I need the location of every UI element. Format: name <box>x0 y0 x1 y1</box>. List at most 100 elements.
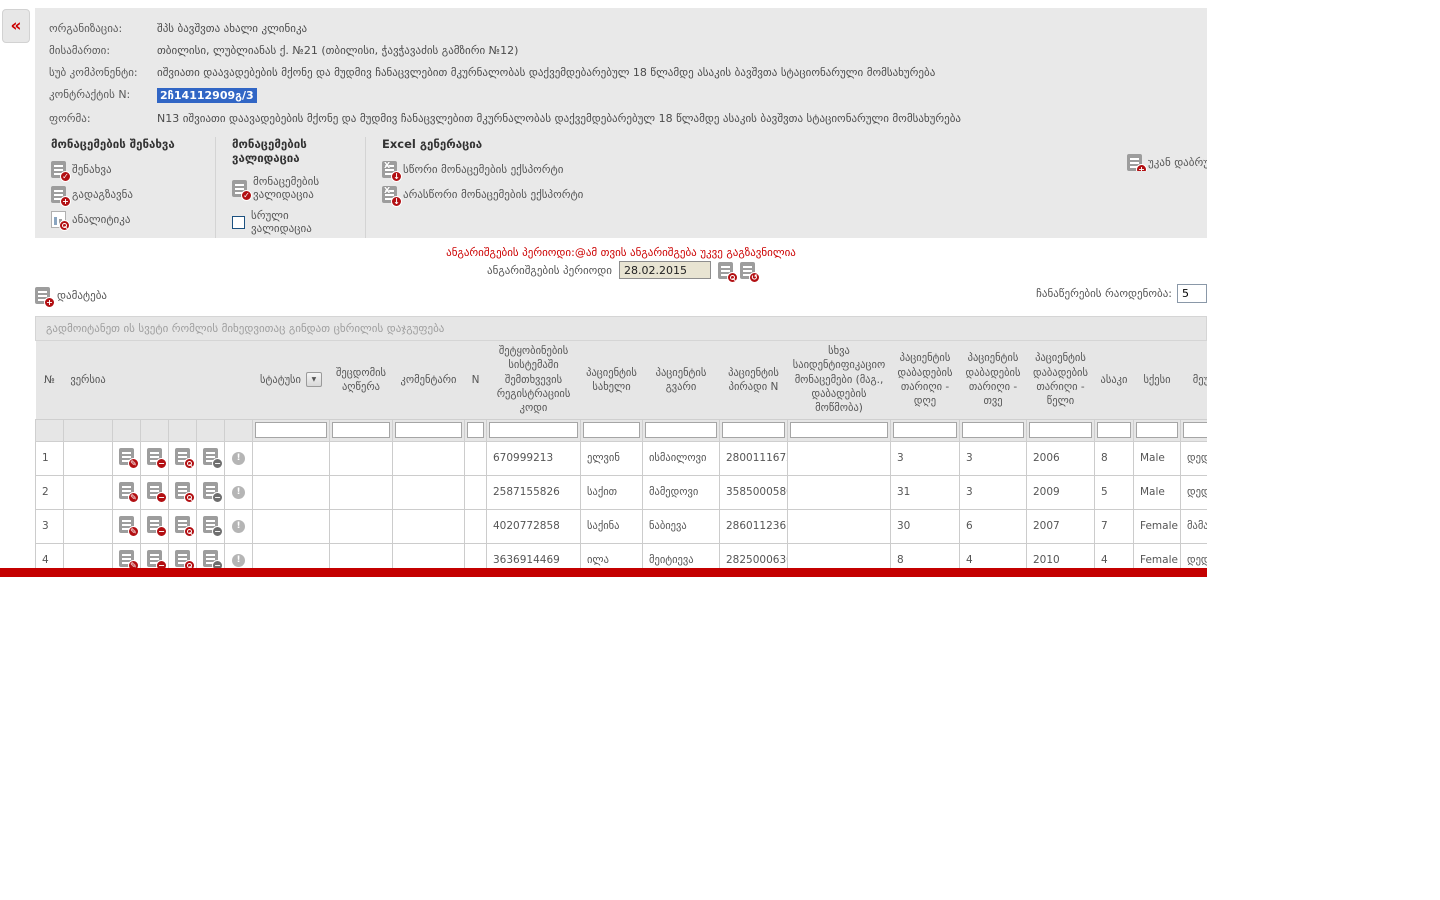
sex-cell: Female <box>1134 509 1181 543</box>
filter-reg-code-input[interactable] <box>489 422 578 438</box>
col-sex[interactable]: სქესი <box>1134 341 1181 419</box>
filter-n-input[interactable] <box>467 422 484 438</box>
col-error[interactable]: შეცდომის აღწერა <box>330 341 393 419</box>
archive-record-button[interactable]: − <box>197 509 225 543</box>
other-id-cell <box>788 509 891 543</box>
archive-record-button[interactable]: − <box>197 441 225 475</box>
last-name-cell: მეიტიევა <box>643 543 720 568</box>
back-button[interactable]: + უკან დაბრუნება <box>1127 154 1207 171</box>
filter-comment-input[interactable] <box>395 422 462 438</box>
filter-status-input[interactable] <box>255 422 327 438</box>
col-status-label: სტატუსი <box>260 373 301 387</box>
period-date-input[interactable] <box>619 261 711 279</box>
edit-record-button[interactable]: ✎ <box>113 441 141 475</box>
validate-button[interactable]: ✓ მონაცემების ვალიდაცია <box>232 175 351 201</box>
filter-guardian-input[interactable] <box>1183 422 1207 438</box>
export-invalid-button[interactable]: ↓ არასწორი მონაცემების ექსპორტი <box>382 186 583 203</box>
filter-birth-year-input[interactable] <box>1029 422 1092 438</box>
edit-record-button[interactable]: ✎ <box>113 543 141 568</box>
birth-day-cell: 31 <box>891 475 960 509</box>
contract-number-value[interactable]: 2ჩ14112909გ/3 <box>157 88 257 103</box>
filter-first-name-input[interactable] <box>583 422 640 438</box>
delete-record-button[interactable]: − <box>141 475 169 509</box>
status-cell <box>253 543 330 568</box>
filter-error-input[interactable] <box>332 422 390 438</box>
delete-record-button[interactable]: − <box>141 543 169 568</box>
save-button-label: შენახვა <box>72 163 112 176</box>
edit-record-button[interactable]: ✎ <box>113 475 141 509</box>
col-birth-month[interactable]: პაციენტის დაბადების თარიღი - თვე <box>960 341 1027 419</box>
col-personal-n[interactable]: პაციენტის პირადი N <box>720 341 788 419</box>
n-cell <box>465 543 487 568</box>
col-num[interactable]: № <box>36 341 64 419</box>
group-by-bar[interactable]: გადმოიტანეთ ის სვეტი რომლის მიხედვითაც გ… <box>35 316 1207 341</box>
col-birth-year[interactable]: პაციენტის დაბადების თარიღი - წელი <box>1027 341 1095 419</box>
filter-last-name-input[interactable] <box>645 422 717 438</box>
comment-cell <box>393 543 465 568</box>
field-form: ფორმა: N13 იშვიათი დაავადებების მქონე და… <box>49 112 1193 125</box>
info-icon[interactable]: ! <box>225 509 253 543</box>
info-icon[interactable]: ! <box>225 475 253 509</box>
view-record-button[interactable] <box>169 509 197 543</box>
field-label: მისამართი: <box>49 44 157 57</box>
info-icon[interactable]: ! <box>225 441 253 475</box>
edit-record-button[interactable]: ✎ <box>113 509 141 543</box>
other-id-cell <box>788 475 891 509</box>
view-record-button[interactable] <box>169 441 197 475</box>
filter-age-input[interactable] <box>1097 422 1131 438</box>
col-version[interactable]: ვერსია <box>64 341 113 419</box>
add-record-button[interactable]: + დამატება <box>35 287 107 304</box>
period-reset-icon[interactable]: ↺ <box>740 262 755 279</box>
export-valid-button[interactable]: ↓ სწორი მონაცემების ექსპორტი <box>382 161 583 178</box>
collapse-sidebar-button[interactable]: « <box>2 9 30 43</box>
view-record-button[interactable] <box>169 543 197 568</box>
period-lookup-icon[interactable] <box>718 262 733 279</box>
full-validation-checkbox[interactable] <box>232 216 245 229</box>
col-age[interactable]: ასაკი <box>1095 341 1134 419</box>
row-number-cell: 3 <box>36 509 64 543</box>
filter-birth-month-input[interactable] <box>962 422 1024 438</box>
save-button[interactable]: ✓ შენახვა <box>51 161 201 178</box>
col-guardian[interactable]: მეურვე <box>1181 341 1208 419</box>
birth-month-cell: 3 <box>960 475 1027 509</box>
filter-other-id-input[interactable] <box>790 422 888 438</box>
records-count-input[interactable] <box>1177 284 1207 303</box>
guardian-cell: დედა <box>1181 543 1208 568</box>
col-n[interactable]: N <box>465 341 487 419</box>
col-birth-day[interactable]: პაციენტის დაბადების თარიღი - დღე <box>891 341 960 419</box>
analytics-button[interactable]: ანალიტიკა <box>51 211 201 228</box>
age-cell: 8 <box>1095 441 1134 475</box>
analytics-button-label: ანალიტიკა <box>72 213 130 226</box>
view-record-button[interactable] <box>169 475 197 509</box>
guardian-cell: დედა <box>1181 441 1208 475</box>
col-last-name[interactable]: პაციენტის გვარი <box>643 341 720 419</box>
col-other-id[interactable]: სხვა საიდენტიფიკაციო მონაცემები (მაგ., დ… <box>788 341 891 419</box>
send-button-label: გადაგზავნა <box>72 188 133 201</box>
col-reg-code[interactable]: შეტყობინების სისტემაში შემთხვევის რეგისტ… <box>487 341 581 419</box>
col-history <box>197 341 225 419</box>
table-row: 4 ✎ − − ! 3636914469 ილა მეიტიევა 282500… <box>36 543 1208 568</box>
filter-spacer <box>169 419 197 441</box>
archive-record-button[interactable]: − <box>197 475 225 509</box>
delete-record-button[interactable]: − <box>141 441 169 475</box>
col-comment[interactable]: კომენტარი <box>393 341 465 419</box>
sex-cell: Male <box>1134 475 1181 509</box>
version-cell <box>64 543 113 568</box>
full-validation-label: სრული ვალიდაცია <box>251 209 351 235</box>
col-status[interactable]: სტატუსი ▼ <box>253 341 330 419</box>
status-filter-dropdown[interactable]: ▼ <box>306 372 322 387</box>
delete-record-button[interactable]: − <box>141 509 169 543</box>
filter-sex-input[interactable] <box>1136 422 1178 438</box>
validation-section: მონაცემების ვალიდაცია ✓ მონაცემების ვალი… <box>215 137 365 238</box>
row-number-cell: 4 <box>36 543 64 568</box>
filter-personal-n-input[interactable] <box>722 422 785 438</box>
save-section: მონაცემების შენახვა ✓ შენახვა + გადაგზავ… <box>49 137 215 238</box>
last-name-cell: მამედოვი <box>643 475 720 509</box>
table-toolbar: + დამატება ჩანაწერების რაოდენობა: <box>35 284 1207 304</box>
filter-birth-day-input[interactable] <box>893 422 957 438</box>
col-first-name[interactable]: პაციენტის სახელი <box>581 341 643 419</box>
info-icon[interactable]: ! <box>225 543 253 568</box>
send-button[interactable]: + გადაგზავნა <box>51 186 201 203</box>
archive-record-button[interactable]: − <box>197 543 225 568</box>
error-cell <box>330 509 393 543</box>
